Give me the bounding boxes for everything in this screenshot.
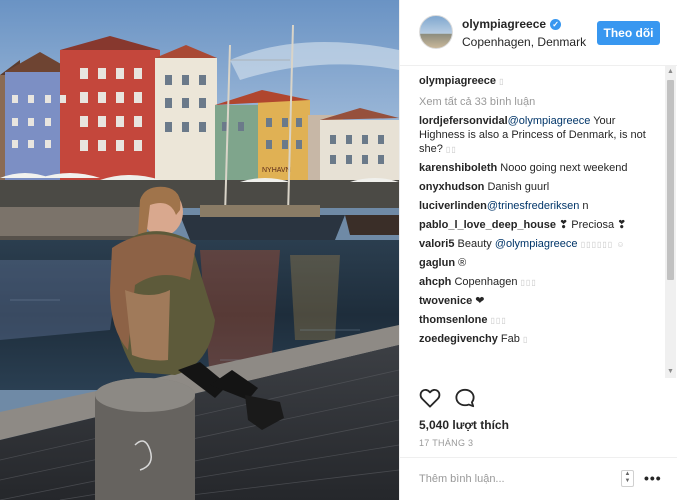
comment-username[interactable]: zoedegivenchy <box>419 333 498 345</box>
comment-text: ❤ <box>472 295 485 307</box>
comment-emoji: ▯▯ <box>445 145 457 154</box>
comment-username[interactable]: onyxhudson <box>419 181 484 193</box>
comment-item: thomsenlone ▯▯▯ <box>419 313 659 328</box>
comment-username[interactable]: lordjefersonvidal <box>419 115 508 127</box>
comment-icon[interactable] <box>454 388 476 408</box>
add-comment-bar: ▲ ▼ ••• <box>400 457 677 500</box>
post-location[interactable]: Copenhagen, Denmark <box>462 35 586 49</box>
avatar[interactable] <box>419 15 453 49</box>
comment-item: twovenice ❤ <box>419 294 659 309</box>
follow-button[interactable]: Theo dõi <box>597 21 660 45</box>
caption-username[interactable]: olympiagreece <box>419 75 496 87</box>
spinner-up-icon[interactable]: ▲ <box>622 471 633 478</box>
post-author[interactable]: olympiagreece ✓ <box>462 17 562 31</box>
comment-item: onyxhudson Danish guurl <box>419 180 659 195</box>
comment-text: Copenhagen <box>451 276 521 288</box>
comment-spinner[interactable]: ▲ ▼ <box>621 470 634 487</box>
caption-text: ▯ <box>499 77 505 86</box>
more-icon[interactable]: ••• <box>644 470 662 486</box>
comment-emoji: ▯▯▯ <box>520 278 537 287</box>
like-count[interactable]: 5,040 lượt thích <box>419 418 509 432</box>
comment-text: Nooo going next weekend <box>497 162 628 174</box>
comment-username[interactable]: thomsenlone <box>419 314 487 326</box>
comment-text: ® <box>455 257 467 269</box>
comment-username[interactable]: karenshiboleth <box>419 162 497 174</box>
comment-list: lordjefersonvidal@olympiagreece Your Hig… <box>419 114 659 347</box>
author-username[interactable]: olympiagreece <box>462 17 546 31</box>
comment-username[interactable]: valori5 <box>419 238 454 250</box>
scroll-up-icon[interactable]: ▲ <box>665 66 676 78</box>
comment-username[interactable]: pablo_l_love_deep_house <box>419 219 556 231</box>
comment-mention[interactable]: @olympiagreece <box>508 115 591 127</box>
post-header: olympiagreece ✓ Copenhagen, Denmark Theo … <box>400 0 677 66</box>
caption: olympiagreece ▯ <box>419 74 659 89</box>
post-date: 17 THÁNG 3 <box>419 438 474 448</box>
post-panel: olympiagreece ✓ Copenhagen, Denmark Theo … <box>399 0 677 500</box>
view-all-comments-link[interactable]: Xem tất cả 33 bình luận <box>419 96 659 108</box>
shop-sign: NYHAVN <box>262 167 291 174</box>
comment-username[interactable]: ahcph <box>419 276 451 288</box>
comment-item: valori5 Beauty @olympiagreece ▯▯▯▯▯▯ ☺ <box>419 237 659 252</box>
comment-item: pablo_l_love_deep_house ❣ Preciosa ❣ <box>419 218 659 233</box>
comment-username[interactable]: gaglun <box>419 257 455 269</box>
comment-username[interactable]: luciverlinden <box>419 200 487 212</box>
comment-input[interactable] <box>419 470 609 488</box>
comment-item: ahcph Copenhagen ▯▯▯ <box>419 275 659 290</box>
comments-scrollbar[interactable]: ▲ ▼ <box>665 66 676 378</box>
comment-text: Fab <box>497 333 523 345</box>
comment-item: zoedegivenchy Fab ▯ <box>419 332 659 347</box>
photo-canvas: NYHAVN <box>0 0 399 500</box>
comment-text: n <box>579 200 589 212</box>
scroll-thumb[interactable] <box>667 80 674 280</box>
verified-icon: ✓ <box>550 19 562 30</box>
comment-mention[interactable]: @trinesfrederiksen <box>487 200 579 212</box>
comment-username[interactable]: twovenice <box>419 295 472 307</box>
scroll-down-icon[interactable]: ▼ <box>665 366 676 378</box>
heart-icon[interactable] <box>419 388 441 408</box>
comment-item: karenshiboleth Nooo going next weekend <box>419 161 659 176</box>
comment-text: ❣ Preciosa ❣ <box>555 219 627 231</box>
comment-item: gaglun ® <box>419 256 659 271</box>
comment-item: luciverlinden@trinesfrederiksen n <box>419 199 659 214</box>
post-photo[interactable]: NYHAVN <box>0 0 399 500</box>
comment-text: Beauty <box>454 238 495 250</box>
comment-mention[interactable]: @olympiagreece <box>495 238 578 250</box>
comment-text: Danish guurl <box>484 181 550 193</box>
comment-emoji: ▯ <box>522 335 529 344</box>
spinner-down-icon[interactable]: ▼ <box>622 478 633 485</box>
comments-section: olympiagreece ▯ Xem tất cả 33 bình luận … <box>400 66 677 378</box>
comment-item: lordjefersonvidal@olympiagreece Your Hig… <box>419 114 659 157</box>
post-actions <box>419 388 486 410</box>
comment-emoji: ▯▯▯ <box>490 316 507 325</box>
comment-emoji: ▯▯▯▯▯▯ ☺ <box>577 240 626 249</box>
